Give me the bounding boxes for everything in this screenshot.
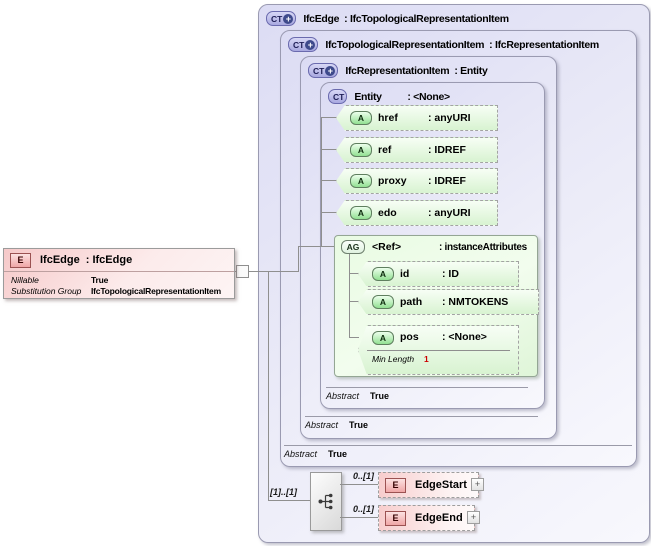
attribute-id[interactable]: A id : ID [358,261,519,287]
schema-diagram: CT + IfcEdge: IfcTopologicalRepresentatio… [0,0,651,546]
substitution-group-row: Substitution Group IfcTopologicalReprese… [11,286,221,296]
element-badge: E [10,252,31,268]
min-length-facet: Min Length 1 [372,354,429,364]
expand-plus-icon[interactable]: + [471,478,484,491]
expand-plus-icon[interactable]: + [467,511,480,524]
attribute-badge: A [350,143,372,157]
connector-line [298,246,299,272]
complextype-plus-badge[interactable]: CT + [266,11,297,26]
abstract-row: Abstract True [284,445,632,459]
complextype-repitem-header[interactable]: CT + IfcRepresentationItem: Entity [301,57,556,78]
connector-line [340,517,378,518]
complextype-title: IfcTopologicalRepresentationItem: IfcRep… [325,38,599,51]
complextype-title: Entity: <None> [354,90,450,103]
complextype-title: IfcEdge: IfcTopologicalRepresentationIte… [303,12,509,25]
connector-line [321,117,322,246]
attribute-badge: A [350,111,372,125]
complextype-ifcedge-header[interactable]: CT + IfcEdge: IfcTopologicalRepresentatio… [259,5,649,26]
nillable-row: Nillable True [11,275,109,285]
facet-separator [367,350,510,351]
attribute-badge: A [372,295,394,309]
attribute-group-header: AG <Ref> : instanceAttributes [335,236,537,254]
attribute-proxy[interactable]: A proxy : IDREF [336,168,498,194]
connector-line [349,301,359,302]
connector-line [321,212,338,213]
cardinality-label: 0..[1] [352,504,374,514]
connector-line [321,180,338,181]
attribute-badge: A [350,174,372,188]
cardinality-label: [1]..[1] [270,487,297,497]
complextype-badge[interactable]: CT [328,89,348,104]
connector-line [349,254,350,338]
connector-line [321,117,338,118]
connector-line [340,484,378,485]
attribute-edo[interactable]: A edo : anyURI [336,200,498,226]
attribute-ref[interactable]: A ref : IDREF [336,137,498,163]
connector-line [268,500,310,501]
plus-icon: + [283,13,294,24]
complextype-entity-header[interactable]: CT Entity: <None> [321,83,544,104]
complextype-title: IfcRepresentationItem: Entity [345,64,488,77]
attribute-group-badge: AG [341,240,365,254]
element-ifcedge-header: E IfcEdge: IfcEdge [4,249,234,272]
plus-icon: + [305,39,316,50]
element-edgeend[interactable]: E EdgeEnd [378,505,475,531]
attribute-badge: A [372,331,394,345]
abstract-row: Abstract True [326,387,528,401]
element-badge: E [385,477,406,493]
connector-line [298,246,335,247]
sequence-icon [318,493,332,510]
attribute-href[interactable]: A href : anyURI [336,105,498,131]
sequence-compositor[interactable] [310,472,342,531]
cardinality-label: 0..[1] [352,471,374,481]
attribute-pos[interactable]: A pos : <None> Min Length 1 [358,325,519,375]
element-ifcedge[interactable]: E IfcEdge: IfcEdge Nillable True Substit… [3,248,235,299]
connector-line [349,337,359,338]
attribute-badge: A [372,267,394,281]
complextype-topo-header[interactable]: CT + IfcTopologicalRepresentationItem: If… [281,31,636,52]
connector-line [268,271,269,500]
plus-icon: + [325,65,336,76]
connector-line [349,273,359,274]
element-edgestart[interactable]: E EdgeStart [378,472,479,498]
attribute-badge: A [350,206,372,220]
complextype-plus-badge[interactable]: CT + [308,63,339,78]
attribute-group-ref[interactable]: AG <Ref> : instanceAttributes A id : ID … [334,235,539,377]
abstract-row: Abstract True [305,416,538,430]
element-title: IfcEdge: IfcEdge [40,254,133,266]
element-badge: E [385,510,406,526]
attribute-path[interactable]: A path : NMTOKENS [358,289,539,315]
complextype-plus-badge[interactable]: CT + [288,37,319,52]
facet-value: 1 [424,354,429,364]
collapse-square-icon[interactable] [236,265,249,278]
connector-line [321,149,338,150]
